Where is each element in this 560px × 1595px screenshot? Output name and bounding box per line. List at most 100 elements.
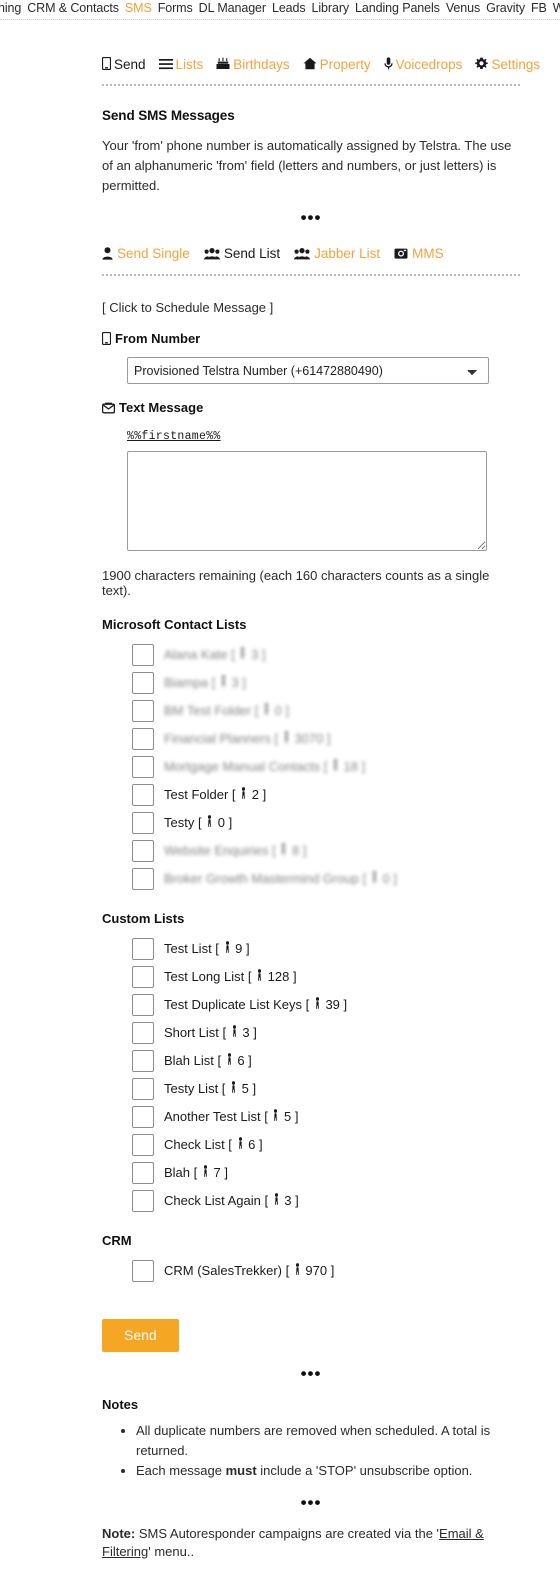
list-label[interactable]: Another Test List [ 5 ] bbox=[164, 1109, 299, 1124]
footnote-divider-dots: ••• bbox=[300, 1493, 322, 1512]
subnav-item-settings[interactable]: Settings bbox=[475, 56, 540, 75]
message-textarea[interactable] bbox=[127, 451, 487, 551]
subnav-item-birthdays[interactable]: Birthdays bbox=[216, 56, 290, 75]
note-emphasis: must bbox=[225, 1463, 257, 1478]
email-filtering-link[interactable]: Email & Filtering bbox=[102, 1526, 484, 1559]
list-item: Mortgage Manual Contacts [ 18 ] bbox=[132, 753, 520, 780]
list-label[interactable]: Blah [ 7 ] bbox=[164, 1165, 228, 1180]
list-item: Testy List [ 5 ] bbox=[132, 1075, 520, 1102]
list-checkbox[interactable] bbox=[132, 993, 154, 1016]
mode-item-label: Jabber List bbox=[314, 246, 381, 261]
list-label[interactable]: Check List Again [ 3 ] bbox=[164, 1193, 299, 1208]
person-icon bbox=[264, 703, 270, 718]
list-item: Test Long List [ 128 ] bbox=[132, 963, 520, 990]
list-label[interactable]: Test Folder [ 2 ] bbox=[164, 787, 266, 802]
global-nav-item-venus[interactable]: Venus bbox=[443, 1, 483, 16]
list-label[interactable]: Broker Growth Mastermind Group [ 0 ] bbox=[164, 871, 397, 886]
global-nav-item-wp[interactable]: WP bbox=[550, 1, 560, 16]
schedule-message-link[interactable]: [ Click to Schedule Message ] bbox=[102, 300, 520, 315]
from-number-label: From Number bbox=[101, 331, 520, 348]
list-checkbox[interactable] bbox=[132, 1133, 154, 1156]
list-checkbox[interactable] bbox=[132, 811, 154, 834]
subnav-item-voicedrops[interactable]: Voicedrops bbox=[383, 56, 463, 75]
global-nav-item-library[interactable]: Library bbox=[309, 1, 353, 16]
global-nav-item-ning[interactable]: ning bbox=[0, 1, 24, 16]
global-nav-item-gravity[interactable]: Gravity bbox=[483, 1, 528, 16]
list-label[interactable]: Alana Kate [ 3 ] bbox=[164, 647, 266, 662]
list-checkbox[interactable] bbox=[132, 1161, 154, 1184]
mode-item-jabber-list[interactable]: Jabber List bbox=[294, 245, 380, 265]
list-label[interactable]: Biampa [ 3 ] bbox=[164, 675, 246, 690]
list-checkbox[interactable] bbox=[132, 1189, 154, 1212]
list-checkbox[interactable] bbox=[132, 727, 154, 750]
list-item: Check List Again [ 3 ] bbox=[132, 1187, 520, 1214]
mode-item-label: MMS bbox=[412, 246, 444, 261]
list-checkbox[interactable] bbox=[132, 699, 154, 722]
list-label[interactable]: Test Duplicate List Keys [ 39 ] bbox=[164, 997, 347, 1012]
list-checkbox[interactable] bbox=[132, 643, 154, 666]
global-nav-item-crm-contacts[interactable]: CRM & Contacts bbox=[24, 1, 122, 16]
list-item: CRM (SalesTrekker) [ 970 ] bbox=[132, 1257, 520, 1284]
list-checkbox[interactable] bbox=[132, 867, 154, 890]
list-label[interactable]: Testy List [ 5 ] bbox=[164, 1081, 256, 1096]
send-button[interactable]: Send bbox=[102, 1319, 179, 1352]
list-label[interactable]: Financial Planners [ 3070 ] bbox=[164, 731, 331, 746]
subnav-item-send[interactable]: Send bbox=[101, 56, 146, 75]
subnav-item-lists[interactable]: Lists bbox=[158, 56, 203, 75]
person-icon bbox=[240, 647, 246, 662]
list-checkbox[interactable] bbox=[132, 1105, 154, 1128]
list-item: Financial Planners [ 3070 ] bbox=[132, 725, 520, 752]
person-icon bbox=[241, 787, 247, 802]
global-nav-divider bbox=[0, 19, 560, 20]
global-nav-item-sms[interactable]: SMS bbox=[122, 1, 155, 16]
mode-item-send-list[interactable]: Send List bbox=[203, 245, 280, 265]
list-checkbox[interactable] bbox=[132, 1259, 154, 1282]
note-item: All duplicate numbers are removed when s… bbox=[136, 1421, 520, 1461]
list-label[interactable]: Test List [ 9 ] bbox=[164, 941, 250, 956]
list-item: Biampa [ 3 ] bbox=[132, 669, 520, 696]
global-nav-item-dl-manager[interactable]: DL Manager bbox=[196, 1, 269, 16]
list-label[interactable]: Test Long List [ 128 ] bbox=[164, 969, 297, 984]
global-nav-item-landing-panels[interactable]: Landing Panels bbox=[352, 1, 443, 16]
list-checkbox[interactable] bbox=[132, 755, 154, 778]
merge-token[interactable]: %%firstname%% bbox=[127, 430, 221, 443]
mode-item-send-single[interactable]: Send Single bbox=[102, 245, 190, 265]
page-title: Send SMS Messages bbox=[102, 108, 235, 123]
send-mode-nav: Send Single Send List Jabber List MMS bbox=[102, 245, 520, 265]
list-label[interactable]: Check List [ 6 ] bbox=[164, 1137, 263, 1152]
person-icon bbox=[257, 969, 263, 984]
list-item: Blah [ 7 ] bbox=[132, 1159, 520, 1186]
list-label[interactable]: Mortgage Manual Contacts [ 18 ] bbox=[164, 759, 365, 774]
list-checkbox[interactable] bbox=[132, 1077, 154, 1100]
list-checkbox[interactable] bbox=[132, 1049, 154, 1072]
section-divider-dots: ••• bbox=[300, 208, 322, 227]
list-label[interactable]: BM Test Folder [ 0 ] bbox=[164, 703, 289, 718]
global-nav-item-forms[interactable]: Forms bbox=[155, 1, 196, 16]
list-checkbox[interactable] bbox=[132, 937, 154, 960]
list-checkbox[interactable] bbox=[132, 783, 154, 806]
list-item: Another Test List [ 5 ] bbox=[132, 1103, 520, 1130]
person-icon bbox=[224, 941, 230, 956]
global-nav-item-leads[interactable]: Leads bbox=[269, 1, 309, 16]
list-label[interactable]: Short List [ 3 ] bbox=[164, 1025, 257, 1040]
list-checkbox[interactable] bbox=[132, 1021, 154, 1044]
list-checkbox[interactable] bbox=[132, 671, 154, 694]
person-icon bbox=[333, 759, 339, 774]
list-label[interactable]: Blah List [ 6 ] bbox=[164, 1053, 252, 1068]
mode-item-mms[interactable]: MMS bbox=[394, 245, 444, 265]
person-icon bbox=[231, 1025, 237, 1040]
subnav-item-property[interactable]: Property bbox=[303, 56, 371, 75]
microphone-icon bbox=[383, 57, 393, 75]
global-nav-item-fb[interactable]: FB bbox=[528, 1, 550, 16]
list-checkbox[interactable] bbox=[132, 839, 154, 862]
list-label[interactable]: Website Enquiries [ 8 ] bbox=[164, 843, 306, 858]
gear-icon bbox=[475, 57, 489, 75]
list-item: Short List [ 3 ] bbox=[132, 1019, 520, 1046]
list-label[interactable]: CRM (SalesTrekker) [ 970 ] bbox=[164, 1263, 334, 1278]
from-number-select[interactable]: Provisioned Telstra Number (+61472880490… bbox=[127, 357, 489, 384]
list-checkbox[interactable] bbox=[132, 965, 154, 988]
list-label[interactable]: Testy [ 0 ] bbox=[164, 815, 232, 830]
notes-divider-dots: ••• bbox=[300, 1364, 322, 1383]
checkbox-group: Test List [ 9 ] Test Long List [ 128 ] Tes… bbox=[132, 935, 520, 1214]
subnav-item-label: Voicedrops bbox=[395, 57, 463, 72]
